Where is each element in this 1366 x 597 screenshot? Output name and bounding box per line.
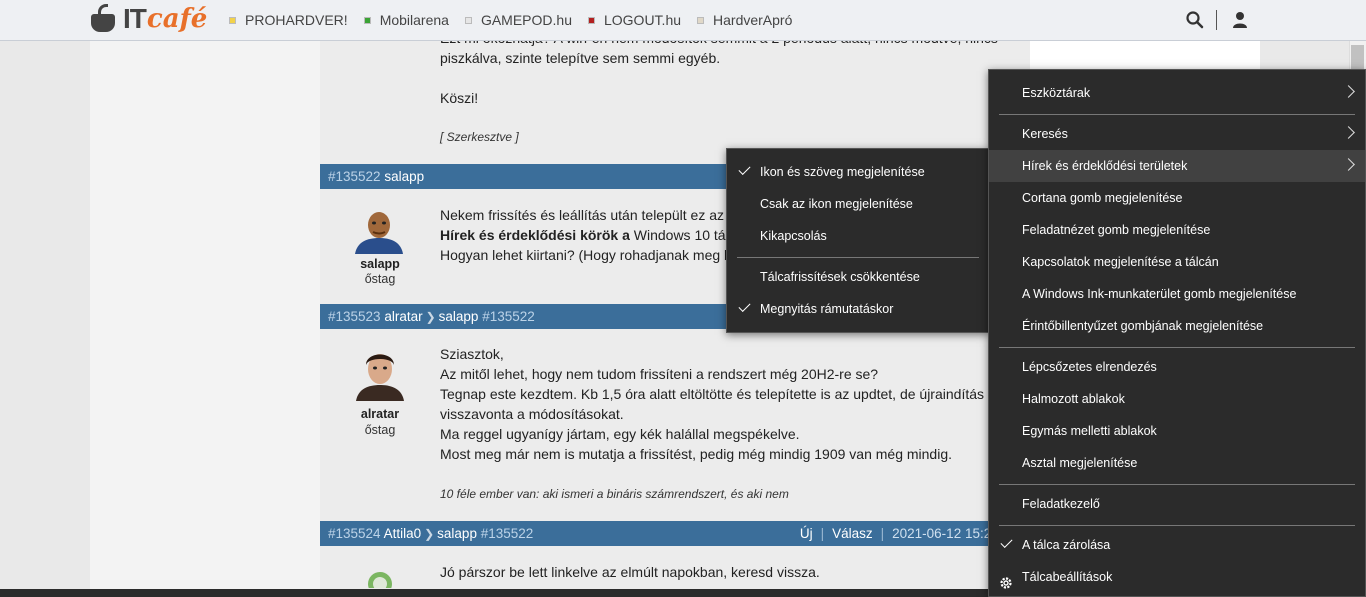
- site-header: IT café PROHARDVER! Mobilarena GAMEPOD.h…: [0, 0, 1366, 41]
- reply-to-post-link[interactable]: #135522: [482, 309, 535, 324]
- menu-item-taskbar-settings[interactable]: Tálcabeállítások: [989, 561, 1365, 593]
- checkmark-icon: [738, 162, 751, 176]
- menu-item-stacked[interactable]: Halmozott ablakok: [989, 383, 1365, 415]
- author-name[interactable]: salapp: [340, 257, 420, 271]
- post-text-line: piszkálva, szinte telepítve sem semmi eg…: [440, 50, 721, 66]
- post-number-link[interactable]: #135522: [328, 169, 381, 184]
- menu-item-search[interactable]: Keresés: [989, 118, 1365, 150]
- menu-separator: [737, 257, 979, 258]
- menu-item-icon-and-text[interactable]: Ikon és szöveg megjelenítése: [727, 156, 989, 188]
- menu-separator: [999, 114, 1355, 115]
- square-icon: [229, 16, 236, 24]
- chevron-right-icon: ❯: [425, 310, 436, 324]
- post-author-link[interactable]: salapp: [384, 169, 424, 184]
- new-post-button[interactable]: Új: [800, 526, 813, 541]
- menu-item-task-manager[interactable]: Feladatkezelő: [989, 488, 1365, 520]
- post-text-line: Tegnap este kezdtem. Kb 1,5 óra alatt el…: [440, 386, 996, 402]
- search-icon[interactable]: [1185, 10, 1205, 30]
- post-actions: Új | Válasz | 2021-06-12 15:24:4: [800, 521, 1010, 546]
- post-text-line: visszavonta a módosításokat.: [440, 406, 624, 422]
- checkmark-icon: [1000, 535, 1013, 549]
- menu-item-people[interactable]: Kapcsolatok megjelenítése a tálcán: [989, 246, 1365, 278]
- post-text-line: Nekem frissítés és leállítás után telepü…: [440, 207, 725, 223]
- author-rank: őstag: [364, 272, 396, 286]
- author-name[interactable]: alratar: [340, 407, 420, 421]
- chevron-right-icon: [1342, 85, 1355, 98]
- post-number-link[interactable]: #135523: [328, 309, 381, 324]
- menu-item-news-and-interests[interactable]: Hírek és érdeklődési területek: [989, 150, 1365, 182]
- post-header-135524: #135524 Attila0 ❯ salapp #135522 Új | Válasz…: [320, 521, 1020, 546]
- reply-to-post-link[interactable]: #135522: [481, 526, 534, 541]
- menu-item-lock-taskbar[interactable]: A tálca zárolása: [989, 529, 1365, 561]
- menu-item-show-desktop[interactable]: Asztal megjelenítése: [989, 447, 1365, 479]
- reply-to-user-link[interactable]: salapp: [439, 309, 479, 324]
- chevron-right-icon: ❯: [424, 527, 435, 541]
- nav-link-hardverapro[interactable]: HardverApró: [697, 12, 792, 28]
- square-icon: [587, 16, 595, 24]
- menu-separator: [999, 484, 1355, 485]
- author-rank: őstag: [364, 423, 396, 437]
- logo-it-text: IT: [123, 3, 147, 34]
- avatar[interactable]: [351, 208, 407, 254]
- square-icon: [464, 16, 472, 24]
- nav-link-prohardver[interactable]: PROHARDVER!: [229, 12, 348, 28]
- gear-icon: [999, 570, 1013, 589]
- divider: |: [880, 526, 885, 541]
- menu-item-open-on-hover[interactable]: Megnyitás rámutatáskor: [727, 293, 989, 325]
- reply-to-user-link[interactable]: salapp: [437, 526, 477, 541]
- coffee-cup-icon: [89, 4, 119, 34]
- header-divider: [1216, 10, 1217, 30]
- menu-separator: [999, 347, 1355, 348]
- user-icon[interactable]: [1230, 10, 1250, 30]
- user-signature: 10 féle ember van: aki ismeri a bináris …: [440, 487, 789, 501]
- logo-cafe-text: café: [146, 4, 208, 34]
- menu-item-reduce-updates[interactable]: Tálcafrissítések csökkentése: [727, 261, 989, 293]
- post-text-line: Jó párszor be lett linkelve az elmúlt na…: [440, 564, 820, 580]
- chevron-right-icon: [1342, 126, 1355, 139]
- edited-note: [ Szerkesztve ]: [440, 130, 519, 144]
- itcafe-logo[interactable]: IT café: [89, 2, 207, 36]
- menu-item-side-by-side[interactable]: Egymás melletti ablakok: [989, 415, 1365, 447]
- menu-separator: [999, 525, 1355, 526]
- menu-item-windows-ink[interactable]: A Windows Ink-munkaterület gomb megjelen…: [989, 278, 1365, 310]
- news-interests-submenu: Ikon és szöveg megjelenítése Csak az iko…: [726, 148, 990, 333]
- menu-item-icon-only[interactable]: Csak az ikon megjelenítése: [727, 188, 989, 220]
- nav-link-logout[interactable]: LOGOUT.hu: [587, 12, 681, 28]
- avatar[interactable]: [360, 568, 416, 588]
- post-number-link[interactable]: #135524: [328, 526, 381, 541]
- reply-button[interactable]: Válasz: [832, 526, 873, 541]
- left-column: [90, 41, 320, 589]
- square-icon: [363, 16, 371, 24]
- post-author-link[interactable]: Attila0: [384, 526, 422, 541]
- square-icon: [697, 16, 705, 24]
- menu-item-turn-off[interactable]: Kikapcsolás: [727, 220, 989, 252]
- checkmark-icon: [738, 299, 751, 313]
- header-icons: [1185, 10, 1250, 30]
- menu-item-toolbars[interactable]: Eszköztárak: [989, 77, 1365, 109]
- menu-item-cortana-button[interactable]: Cortana gomb megjelenítése: [989, 182, 1365, 214]
- menu-item-touch-keyboard[interactable]: Érintőbillentyűzet gombjának megjeleníté…: [989, 310, 1365, 342]
- menu-item-task-view-button[interactable]: Feladatnézet gomb megjelenítése: [989, 214, 1365, 246]
- post-text-line: Ma reggel ugyanígy jártam, egy kék halál…: [440, 426, 800, 442]
- post-text-line: Köszi!: [440, 90, 479, 106]
- network-links: PROHARDVER! Mobilarena GAMEPOD.hu LOGOUT…: [229, 12, 808, 28]
- post-text-line: Az mitől lehet, hogy nem tudom frissíten…: [440, 366, 879, 382]
- menu-item-cascade[interactable]: Lépcsőzetes elrendezés: [989, 351, 1365, 383]
- avatar[interactable]: [352, 347, 408, 401]
- post-text-line: Hírek és érdeklődési körök a Windows 10 …: [440, 227, 736, 243]
- divider: |: [820, 526, 825, 541]
- post-author-link[interactable]: alratar: [384, 309, 422, 324]
- nav-link-gamepod[interactable]: GAMEPOD.hu: [464, 12, 572, 28]
- post-text-line: Sziasztok,: [440, 346, 504, 362]
- post-text-line: Hogyan lehet kiirtani? (Hogy rohadjanak …: [440, 247, 732, 263]
- taskbar-context-menu: Eszköztárak Keresés Hírek és érdeklődési…: [988, 69, 1366, 597]
- nav-link-mobilarena[interactable]: Mobilarena: [363, 12, 449, 28]
- chevron-right-icon: [1342, 158, 1355, 171]
- post-text-line: Most meg már nem is mutatja a frissítést…: [440, 446, 952, 462]
